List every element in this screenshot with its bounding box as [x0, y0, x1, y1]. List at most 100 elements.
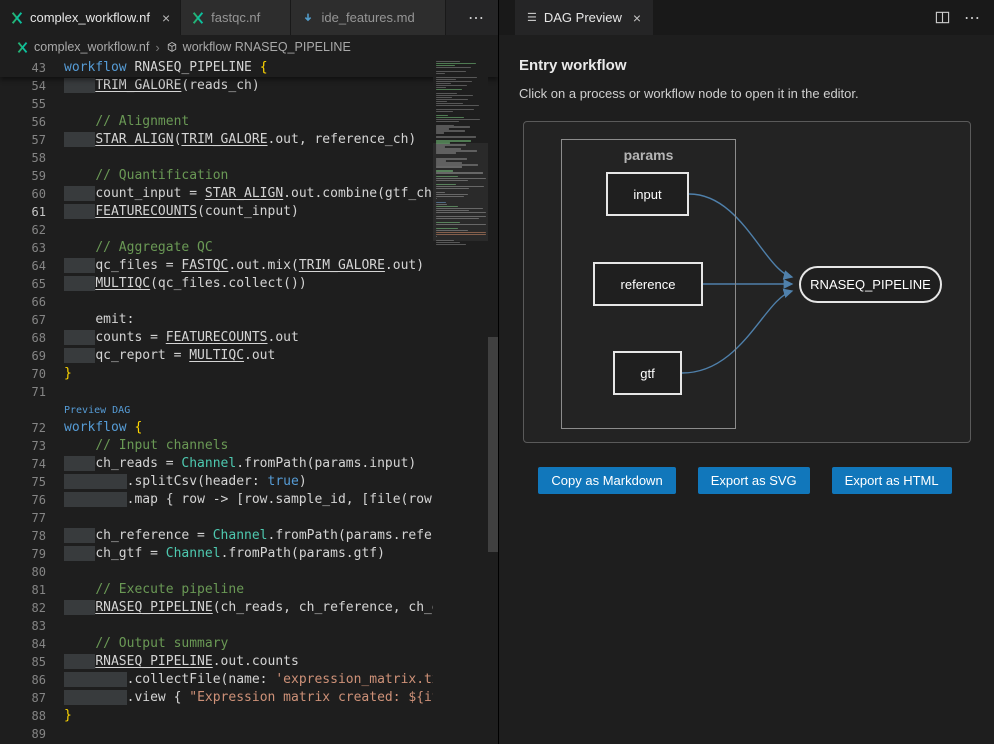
code-line[interactable]: 74 ch_reads = Channel.fromPath(params.in… [0, 455, 498, 473]
code-line[interactable]: 62 [0, 221, 498, 239]
tab-complex-workflow[interactable]: complex_workflow.nf × [0, 0, 181, 35]
tab-label: complex_workflow.nf [30, 10, 150, 25]
line-number: 69 [0, 347, 46, 365]
sticky-scroll-line[interactable]: 43workflow RNASEQ_PIPELINE { [0, 59, 498, 77]
tab-close-icon[interactable]: × [162, 11, 170, 25]
scrollbar-thumb[interactable] [488, 337, 498, 552]
minimap-bar [436, 121, 459, 122]
code-editor[interactable]: 43workflow RNASEQ_PIPELINE { 54 TRIM_GAL… [0, 59, 498, 744]
editor-actions-overflow[interactable]: ⋯ [454, 0, 498, 35]
code-line[interactable]: 43workflow RNASEQ_PIPELINE { [0, 59, 498, 77]
export-as-html-button[interactable]: Export as HTML [832, 467, 952, 494]
code-line[interactable]: 58 [0, 149, 498, 167]
codelens-row[interactable]: Preview DAG [0, 401, 498, 419]
more-actions-icon[interactable]: ⋯ [964, 8, 980, 28]
code-line[interactable]: 89 [0, 725, 498, 743]
line-number: 83 [0, 617, 46, 635]
code-line[interactable]: 73 // Input channels [0, 437, 498, 455]
minimap[interactable] [433, 59, 488, 744]
line-number: 79 [0, 545, 46, 563]
code-line[interactable]: 55 [0, 95, 498, 113]
line-number: 85 [0, 653, 46, 671]
dag-export-buttons: Copy as Markdown Export as SVG Export as… [519, 467, 971, 494]
minimap-bar [436, 242, 460, 243]
code-line[interactable]: 56 // Alignment [0, 113, 498, 131]
line-number: 67 [0, 311, 46, 329]
breadcrumb-file[interactable]: complex_workflow.nf [34, 40, 149, 54]
code-line[interactable]: 61 FEATURECOUNTS(count_input) [0, 203, 498, 221]
code-line[interactable]: 77 [0, 509, 498, 527]
code-line[interactable]: 79 ch_gtf = Channel.fromPath(params.gtf) [0, 545, 498, 563]
dag-node-gtf[interactable]: gtf [613, 351, 682, 395]
line-number: 65 [0, 275, 46, 293]
code-line[interactable]: 57 STAR_ALIGN(TRIM_GALORE.out, reference… [0, 131, 498, 149]
code-lines: 54 TRIM_GALORE(reads_ch)5556 // Alignmen… [0, 77, 498, 743]
code-line[interactable]: 88} [0, 707, 498, 725]
dag-node-reference[interactable]: reference [593, 262, 703, 306]
breadcrumb-symbol[interactable]: workflow RNASEQ_PIPELINE [183, 40, 351, 54]
export-as-svg-button[interactable]: Export as SVG [698, 467, 810, 494]
minimap-bar [436, 95, 473, 96]
tab-close-icon[interactable]: × [633, 10, 641, 26]
line-number: 77 [0, 509, 46, 527]
code-line[interactable]: 69 qc_report = MULTIQC.out [0, 347, 498, 365]
line-number: 87 [0, 689, 46, 707]
line-number: 76 [0, 491, 46, 509]
minimap-slider[interactable] [433, 143, 488, 241]
code-line[interactable]: 87 .view { "Expression matrix created: $… [0, 689, 498, 707]
line-number: 71 [0, 383, 46, 401]
minimap-bar [436, 136, 476, 137]
code-line[interactable]: 71 [0, 383, 498, 401]
dag-node-input[interactable]: input [606, 172, 689, 216]
minimap-bar [436, 97, 452, 98]
code-line[interactable]: 70} [0, 365, 498, 383]
nextflow-icon [191, 11, 205, 25]
code-line[interactable]: 59 // Quantification [0, 167, 498, 185]
editor-scrollbar[interactable] [488, 59, 498, 744]
split-editor-icon[interactable] [935, 10, 950, 25]
tab-ide-features[interactable]: ide_features.md × [291, 0, 445, 35]
codelens-preview-dag[interactable]: Preview DAG [64, 405, 130, 416]
code-line[interactable]: 60 count_input = STAR_ALIGN.out.combine(… [0, 185, 498, 203]
breadcrumb-separator-icon: › [154, 40, 160, 55]
code-line[interactable]: 65 MULTIQC(qc_files.collect()) [0, 275, 498, 293]
tab-dag-preview[interactable]: ☰ DAG Preview × [515, 0, 653, 35]
line-number: 74 [0, 455, 46, 473]
code-line[interactable]: 80 [0, 563, 498, 581]
code-line[interactable]: 85 RNASEQ_PIPELINE.out.counts [0, 653, 498, 671]
line-number: 66 [0, 293, 46, 311]
dag-group-label: params [562, 147, 735, 163]
code-line[interactable]: 67 emit: [0, 311, 498, 329]
code-line[interactable]: 86 .collectFile(name: 'expression_matrix… [0, 671, 498, 689]
minimap-bar [436, 99, 468, 100]
minimap-bar [436, 101, 447, 102]
tab-label: DAG Preview [544, 10, 622, 25]
code-line[interactable]: 66 [0, 293, 498, 311]
code-line[interactable]: 78 ch_reference = Channel.fromPath(param… [0, 527, 498, 545]
code-line[interactable]: 63 // Aggregate QC [0, 239, 498, 257]
dag-preview-panel: ☰ DAG Preview × ⋯ Entry workflow Click o… [498, 0, 994, 744]
panel-description: Click on a process or workflow node to o… [519, 86, 974, 101]
line-number: 59 [0, 167, 46, 185]
editor-group: complex_workflow.nf × fastqc.nf × ide_fe… [0, 0, 498, 744]
line-number: 62 [0, 221, 46, 239]
code-line[interactable]: 72workflow { [0, 419, 498, 437]
minimap-bar [436, 103, 463, 104]
code-line[interactable]: 75 .splitCsv(header: true) [0, 473, 498, 491]
code-line[interactable]: 68 counts = FEATURECOUNTS.out [0, 329, 498, 347]
code-line[interactable]: 76 .map { row -> [row.sample_id, [file(r… [0, 491, 498, 509]
code-line[interactable]: 64 qc_files = FASTQC.out.mix(TRIM_GALORE… [0, 257, 498, 275]
code-line[interactable]: 84 // Output summary [0, 635, 498, 653]
code-line[interactable]: 81 // Execute pipeline [0, 581, 498, 599]
tab-fastqc[interactable]: fastqc.nf × [181, 0, 291, 35]
line-number: 68 [0, 329, 46, 347]
tab-label: ide_features.md [321, 10, 414, 25]
line-number: 57 [0, 131, 46, 149]
code-line[interactable]: 54 TRIM_GALORE(reads_ch) [0, 77, 498, 95]
code-line[interactable]: 82 RNASEQ_PIPELINE(ch_reads, ch_referenc… [0, 599, 498, 617]
dag-node-rnaseq-pipeline[interactable]: RNASEQ_PIPELINE [799, 266, 942, 303]
dag-panel-tabstrip: ☰ DAG Preview × ⋯ [499, 0, 994, 35]
copy-as-markdown-button[interactable]: Copy as Markdown [538, 467, 675, 494]
line-number: 63 [0, 239, 46, 257]
code-line[interactable]: 83 [0, 617, 498, 635]
